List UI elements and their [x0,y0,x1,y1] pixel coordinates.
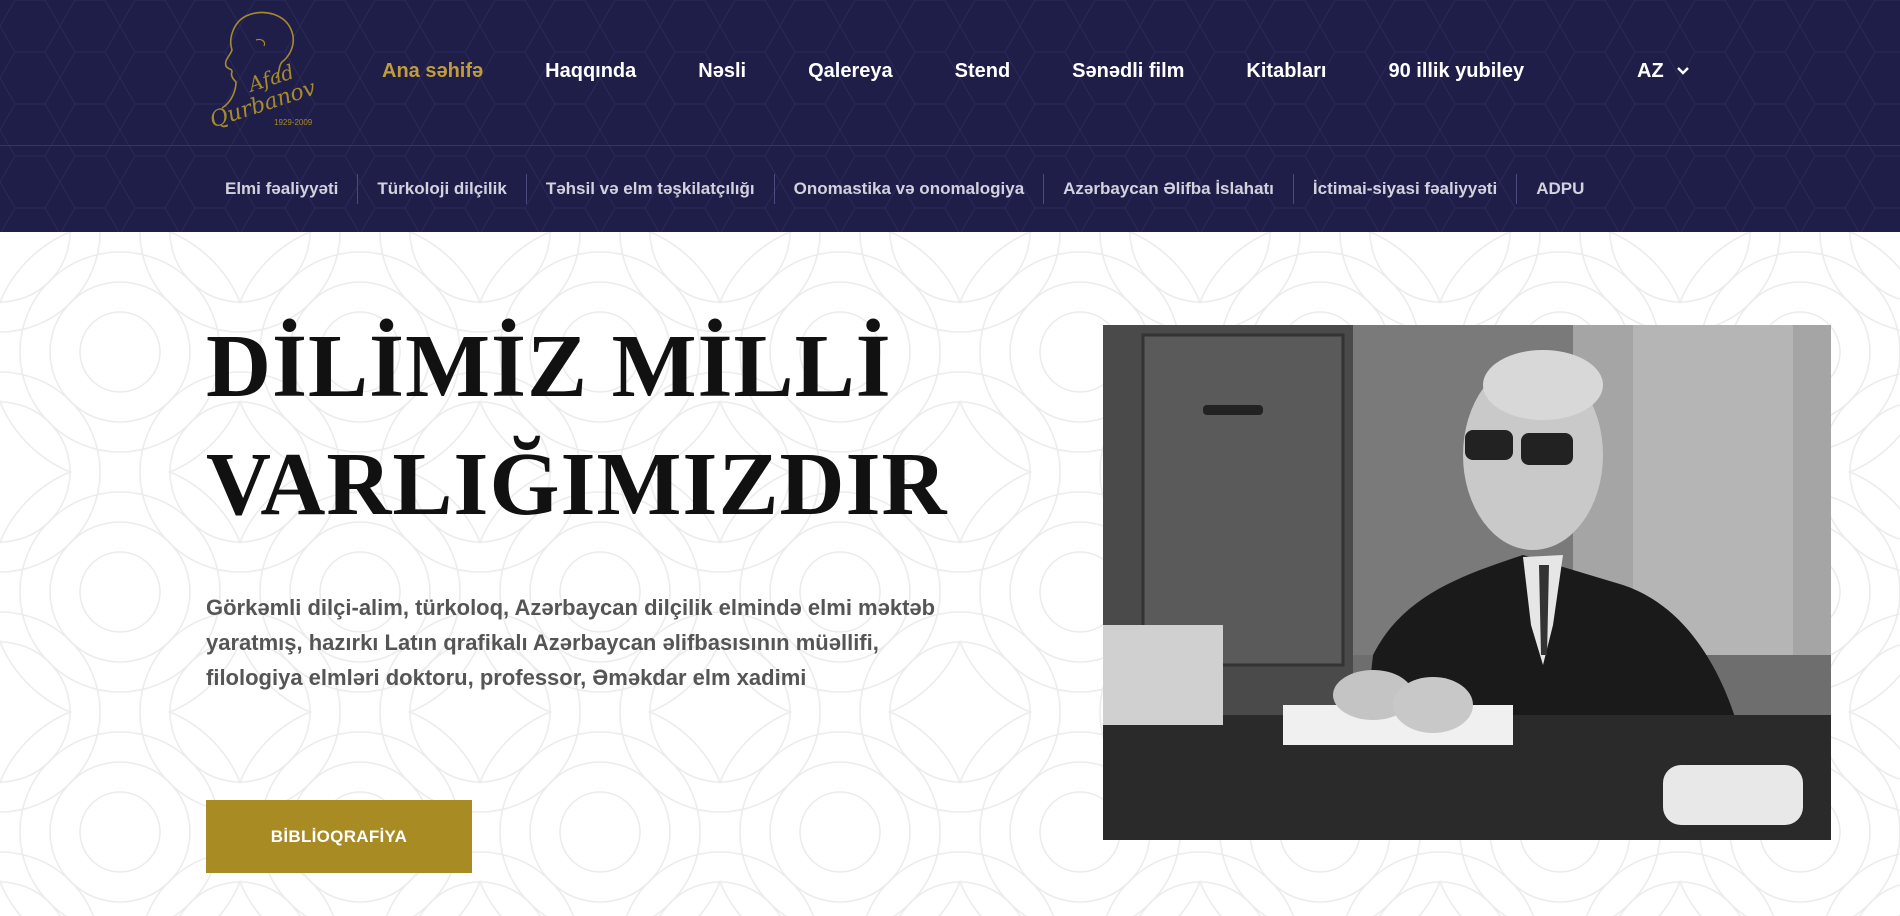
site-logo[interactable]: Afad Qurbanov 1929-2009 [206,10,319,133]
nav-item-gallery[interactable]: Qalereya [808,60,893,83]
subnav-item-onomastics[interactable]: Onomastika və onomalogiya [775,174,1045,204]
sub-navigation: Elmi fəaliyyəti Türkoloji dilçilik Təhsi… [206,174,1603,204]
language-code: AZ [1637,59,1664,82]
subnav-item-education[interactable]: Təhsil və elm təşkilatçılığı [527,174,775,204]
portrait-photo [1103,325,1831,840]
nav-item-about[interactable]: Haqqında [545,60,636,83]
nav-item-jubilee[interactable]: 90 illik yubiley [1388,60,1524,83]
hero-title: DİLİMİZ MİLLİ VARLIĞIMIZDIR [206,308,966,544]
portrait-photo-illustration [1103,325,1831,840]
subnav-item-scientific-activity[interactable]: Elmi fəaliyyəti [206,174,359,204]
subnav-item-socio-political[interactable]: İctimai-siyasi fəaliyyəti [1294,174,1518,204]
main-navigation: Ana səhifə Haqqında Nəsli Qalereya Stend… [382,58,1586,84]
hero-title-line-1: DİLİMİZ MİLLİ [206,317,892,416]
site-header: Afad Qurbanov 1929-2009 Ana səhifə Haqqı… [0,0,1900,232]
bibliography-button[interactable]: BİBLİOQRAFİYA [206,800,472,873]
subnav-item-turkology[interactable]: Türkoloji dilçilik [358,174,527,204]
hero-description: Görkəmli dilçi-alim, türkoloq, Azərbayca… [206,595,936,690]
language-selector[interactable]: AZ [1637,58,1690,84]
hero-title-line-2: VARLIĞIMIZDIR [206,435,948,534]
nav-item-home[interactable]: Ana səhifə [382,60,483,83]
subnav-item-adpu[interactable]: ADPU [1517,174,1603,204]
nav-item-books[interactable]: Kitabları [1246,60,1326,83]
nav-item-family[interactable]: Nəsli [698,60,746,83]
header-divider [0,145,1900,146]
subnav-item-alphabet-reform[interactable]: Azərbaycan Əlifba İslahatı [1044,174,1294,204]
nav-item-documentary[interactable]: Sənədli film [1072,60,1184,83]
nav-item-stand[interactable]: Stend [955,60,1011,83]
logo-years: 1929-2009 [274,118,313,127]
chevron-down-icon [1676,67,1689,75]
